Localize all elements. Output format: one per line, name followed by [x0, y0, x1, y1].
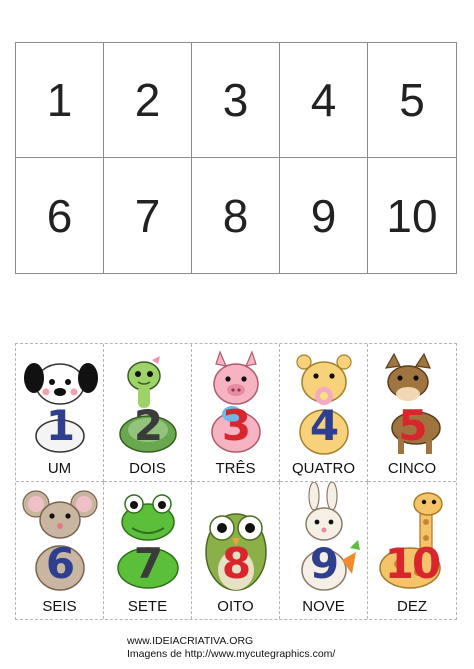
- card-numeral: 5: [398, 401, 427, 450]
- site-credit: www.IDEIACRIATIVA.ORG: [127, 635, 254, 647]
- card-numeral: 1: [45, 401, 75, 450]
- numbers-table: 1 2 3 4 5 6 7 8 9 10: [15, 42, 457, 274]
- card-numeral: 9: [309, 538, 339, 588]
- card-word: TRÊS: [215, 459, 256, 477]
- number-cell: 10: [386, 189, 438, 242]
- card-1: 1 UM: [16, 344, 104, 482]
- card-numeral: 2: [133, 401, 163, 450]
- animal-number-cards: 1 UM 2 DOIS 3 TRÊS 4 QUATRO 5 CINCO 6 SE…: [15, 343, 457, 620]
- card-6: 6 SEIS: [16, 481, 104, 619]
- number-cell: 5: [368, 43, 456, 158]
- card-9: 9 NOVE: [280, 481, 368, 619]
- card-5: 5 CINCO: [368, 344, 456, 482]
- card-word: SEIS: [42, 598, 77, 615]
- number-cell: 3: [192, 43, 280, 158]
- card-10: 10 DEZ: [368, 482, 456, 620]
- card-3: 3 TRÊS: [192, 344, 280, 482]
- number-cell: 2: [104, 43, 192, 158]
- card-numeral: 4: [309, 401, 339, 450]
- credits: www.IDEIACRIATIVA.ORG Imagens de http://…: [127, 635, 335, 661]
- number-cell: 7: [104, 158, 192, 273]
- card-word: CINCO: [387, 459, 437, 477]
- number-cell: 6: [16, 158, 104, 273]
- card-4: 4 QUATRO: [280, 344, 368, 482]
- card-word: NOVE: [302, 598, 345, 615]
- card-2: 2 DOIS: [104, 344, 192, 482]
- card-numeral: 3: [221, 401, 251, 450]
- card-numeral: 7: [133, 538, 163, 588]
- number-cell: 4: [280, 43, 368, 158]
- card-word: QUATRO: [291, 459, 356, 477]
- card-numeral: 8: [221, 538, 251, 588]
- card-numeral: 6: [45, 538, 75, 588]
- card-word: UM: [47, 459, 72, 477]
- number-cell: 9: [280, 158, 368, 273]
- card-word: SETE: [127, 598, 168, 615]
- card-7: 7 SETE: [104, 481, 192, 619]
- number-cell: 8: [192, 158, 280, 273]
- number-cell: 1: [16, 43, 104, 158]
- card-word: DEZ: [397, 598, 427, 615]
- card-word: DOIS: [129, 459, 166, 477]
- image-credit: Imagens de http://www.mycutegraphics.com…: [127, 648, 336, 660]
- card-8: 8 OITO: [192, 481, 280, 619]
- card-numeral: 10: [384, 538, 441, 588]
- card-word: OITO: [217, 598, 254, 615]
